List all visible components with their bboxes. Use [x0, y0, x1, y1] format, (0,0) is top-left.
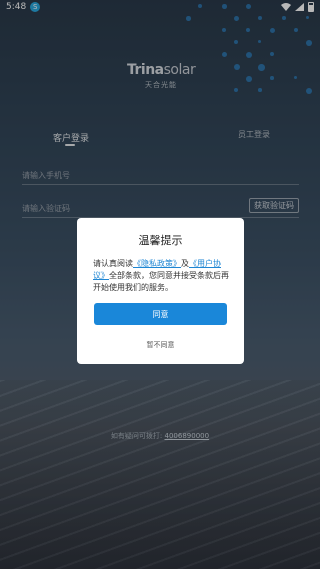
- dialog-title: 温馨提示: [77, 232, 244, 248]
- disagree-button[interactable]: 暂不同意: [77, 340, 244, 350]
- agree-button[interactable]: 同意: [94, 303, 227, 325]
- dialog-body-prefix: 请认真阅读: [93, 259, 133, 268]
- privacy-dialog: 温馨提示 请认真阅读《隐私政策》及《用户协议》全部条款，您同意并接受条款后再开始…: [77, 218, 244, 364]
- dialog-body-suffix: 全部条款，您同意并接受条款后再开始使用我们的服务。: [93, 271, 229, 292]
- privacy-policy-link[interactable]: 《隐私政策》: [133, 259, 181, 268]
- dialog-body-and: 及: [181, 259, 189, 268]
- dialog-body: 请认真阅读《隐私政策》及《用户协议》全部条款，您同意并接受条款后再开始使用我们的…: [93, 258, 230, 294]
